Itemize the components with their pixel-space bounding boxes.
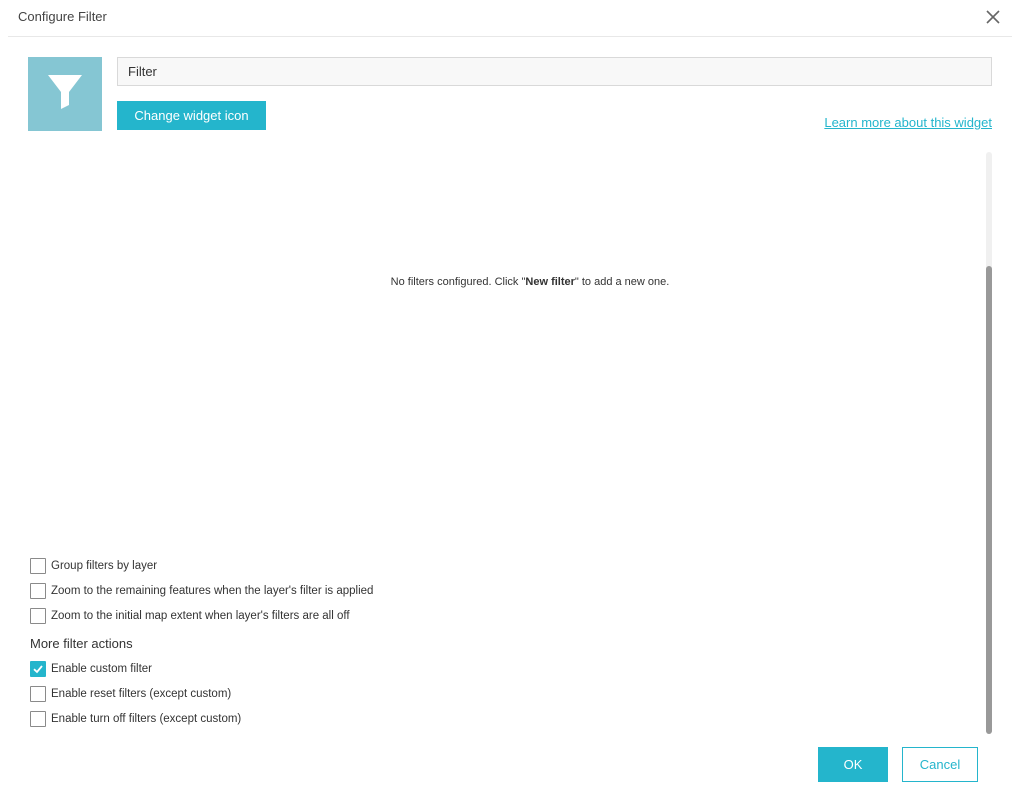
scrollbar-thumb[interactable] [986,266,992,734]
option-label: Group filters by layer [51,559,158,572]
option-zoom-initial[interactable]: Zoom to the initial map extent when laye… [30,603,373,628]
checkmark-icon [33,664,43,673]
option-label: Zoom to the remaining features when the … [51,584,374,597]
dialog-title: Configure Filter [18,9,107,24]
cancel-button[interactable]: Cancel [902,747,978,782]
more-filter-actions-title: More filter actions [30,635,133,651]
empty-filters-message: No filters configured. Click "New filter… [0,276,1012,288]
group-by-layer-checkbox[interactable] [30,557,46,574]
empty-message-suffix: " to add a new one. [574,276,670,288]
widget-icon-preview [28,57,102,131]
new-filter-emphasis: New filter [525,276,575,288]
option-label: Enable reset filters (except custom) [51,687,232,700]
enable-reset-filters-checkbox[interactable] [30,685,46,702]
close-icon[interactable] [984,8,1002,26]
enable-custom-filter-checkbox[interactable] [30,660,46,677]
option-zoom-remaining[interactable]: Zoom to the remaining features when the … [30,578,373,603]
option-enable-reset-filters[interactable]: Enable reset filters (except custom) [30,681,373,706]
scrollbar-track[interactable] [986,152,992,734]
zoom-initial-checkbox[interactable] [30,607,46,624]
filter-funnel-icon [47,73,83,116]
enable-turn-off-filters-checkbox[interactable] [30,710,46,727]
option-enable-custom-filter[interactable]: Enable custom filter [30,656,373,681]
option-label: Zoom to the initial map extent when laye… [51,609,350,622]
option-label: Enable turn off filters (except custom) [51,712,242,725]
option-enable-turn-off-filters[interactable]: Enable turn off filters (except custom) [30,706,373,731]
option-label: Enable custom filter [51,662,152,675]
widget-name-input[interactable] [117,57,992,86]
options-panel: Group filters by layer Zoom to the remai… [30,553,373,731]
change-widget-icon-button[interactable]: Change widget icon [117,101,266,130]
empty-message-prefix: No filters configured. Click " [390,276,526,288]
learn-more-link[interactable]: Learn more about this widget [824,115,992,130]
ok-button[interactable]: OK [818,747,888,782]
zoom-remaining-checkbox[interactable] [30,582,46,599]
option-group-by-layer[interactable]: Group filters by layer [30,553,373,578]
dialog-titlebar: Configure Filter [8,0,1012,37]
